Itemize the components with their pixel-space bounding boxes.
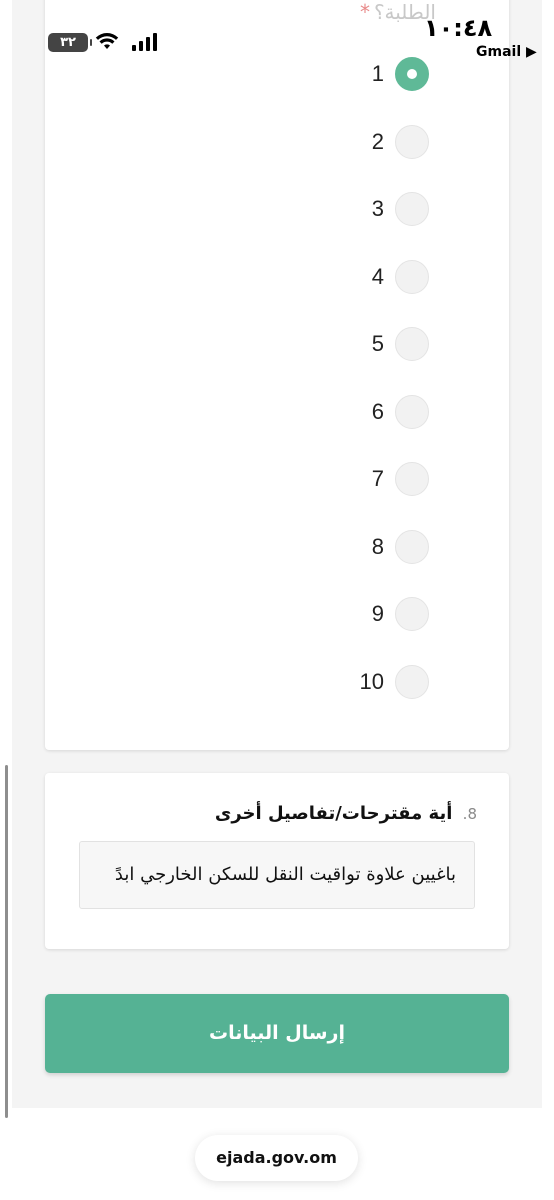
suggestions-input[interactable]: باغيين علاوة تواقيت النقل للسكن الخارجي …: [79, 841, 475, 909]
battery-icon: ٣٢: [48, 33, 92, 52]
radio-label: 10: [359, 668, 384, 694]
radio-button[interactable]: [395, 529, 429, 564]
submit-button[interactable]: إرسال البيانات: [45, 994, 509, 1073]
back-arrow-icon: ▶: [526, 44, 537, 60]
radio-button[interactable]: [395, 664, 429, 699]
question-8-number: 8.: [462, 805, 477, 823]
radio-label: 9: [371, 601, 384, 626]
radio-button[interactable]: [395, 192, 429, 226]
rating-option-7[interactable]: 7: [309, 460, 429, 500]
radio-label: 3: [371, 196, 384, 221]
radio-label: 8: [371, 533, 384, 559]
rating-option-8[interactable]: 8: [309, 528, 429, 568]
rating-option-4[interactable]: 4: [309, 258, 429, 298]
scrollbar[interactable]: [5, 765, 8, 1118]
rating-option-3[interactable]: 3: [309, 190, 429, 230]
rating-option-5[interactable]: 5: [309, 325, 429, 365]
rating-option-10[interactable]: 10: [309, 663, 429, 703]
question-8-card: 8. أية مقترحات/تفاصيل أخرى باغيين علاوة …: [45, 773, 509, 949]
back-app-label: Gmail: [476, 44, 522, 60]
radio-button[interactable]: [395, 327, 429, 361]
rating-option-6[interactable]: 6: [309, 393, 429, 433]
radio-label: 2: [371, 128, 384, 154]
radio-button[interactable]: [395, 597, 429, 631]
radio-button[interactable]: [395, 124, 429, 159]
question-8-title: 8. أية مقترحات/تفاصيل أخرى: [215, 803, 477, 824]
rating-option-9[interactable]: 9: [309, 595, 429, 635]
rating-option-2[interactable]: 2: [309, 123, 429, 163]
radio-label: 5: [371, 331, 384, 356]
radio-label: 6: [371, 398, 384, 424]
url-bar[interactable]: ejada.gov.om: [195, 1135, 358, 1181]
wifi-icon: [95, 33, 119, 49]
question-7-card: 1 2 3 4 5 6 7 8 9 10: [45, 0, 509, 750]
radio-button[interactable]: [395, 259, 429, 294]
status-time: ١٠:٤٨: [424, 14, 493, 42]
radio-button[interactable]: [395, 394, 429, 429]
radio-button[interactable]: [395, 462, 429, 496]
back-to-app-link[interactable]: Gmail ▶: [476, 44, 537, 60]
radio-label: 7: [371, 466, 384, 491]
radio-label: 4: [371, 263, 384, 289]
signal-icon: [132, 33, 157, 51]
question-8-title-text: أية مقترحات/تفاصيل أخرى: [214, 803, 453, 824]
status-bar: ١٠:٤٨ Gmail ▶ ٣٢: [0, 0, 554, 70]
